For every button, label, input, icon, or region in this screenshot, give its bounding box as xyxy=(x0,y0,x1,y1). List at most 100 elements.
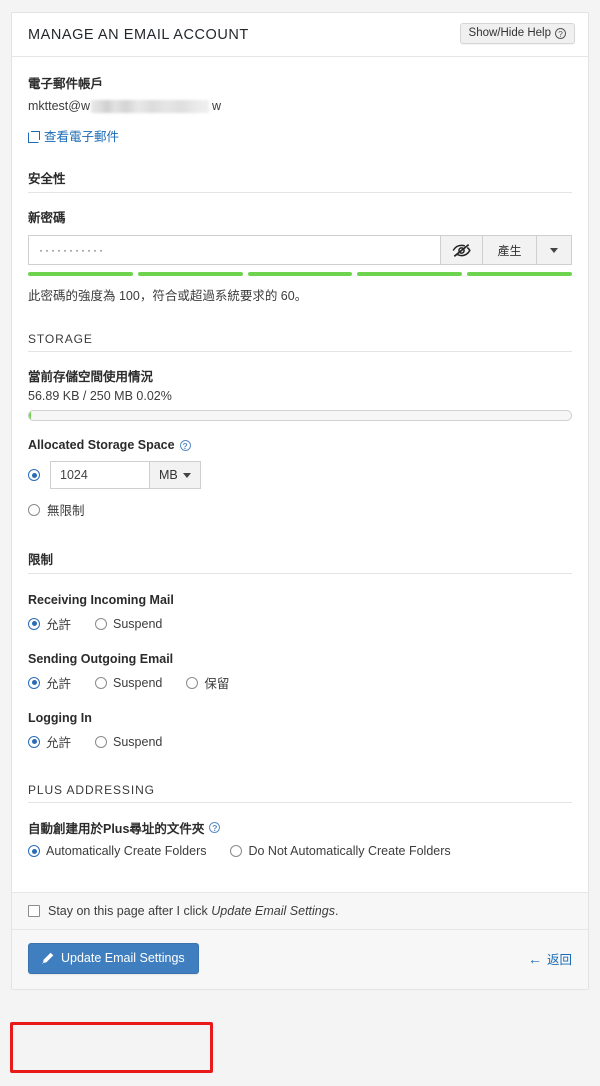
radio-sending-allow[interactable] xyxy=(28,676,40,689)
option-label: Suspend xyxy=(113,675,163,690)
password-options-dropdown-button[interactable] xyxy=(536,235,572,265)
password-input-group: ··········· 產生 xyxy=(28,235,572,265)
option-sending-suspend[interactable]: Suspend xyxy=(95,676,162,690)
option-label: Suspend xyxy=(113,734,163,749)
password-strength-meter xyxy=(28,272,572,276)
eye-slash-icon xyxy=(452,243,471,257)
logging-in-options: 允許 Suspend xyxy=(28,732,572,751)
password-strength-note: 此密碼的強度為 100，符合或超過系統要求的 60。 xyxy=(28,289,308,303)
receiving-incoming-mail-label: Receiving Incoming Mail xyxy=(28,593,174,607)
sending-outgoing-email-label: Sending Outgoing Email xyxy=(28,652,174,666)
radio-login-suspend[interactable] xyxy=(95,735,108,748)
radio-receiving-suspend[interactable] xyxy=(95,617,108,630)
storage-usage-progressbar xyxy=(28,410,572,421)
allocated-storage-input-group: 1024 MB xyxy=(50,461,201,489)
receiving-incoming-mail-options: 允許 Suspend xyxy=(28,614,572,633)
radio-login-allow[interactable] xyxy=(28,735,40,748)
generate-password-label: 產生 xyxy=(497,243,522,258)
option-label: Do Not Automatically Create Folders xyxy=(248,844,451,858)
storage-unit-value: MB xyxy=(159,468,178,482)
option-label: 允許 xyxy=(46,736,72,750)
update-email-settings-label: Update Email Settings xyxy=(61,951,185,965)
page-root: MANAGE AN EMAIL ACCOUNT Show/Hide Help ?… xyxy=(0,0,600,1086)
highlight-annotation-box xyxy=(10,1022,213,1073)
security-section-heading: 安全性 xyxy=(28,168,572,193)
generate-password-button[interactable]: 產生 xyxy=(482,235,536,265)
strength-segment xyxy=(357,272,463,276)
manage-email-account-card: MANAGE AN EMAIL ACCOUNT Show/Hide Help ?… xyxy=(11,12,589,990)
option-label: Suspend xyxy=(113,616,163,631)
strength-segment xyxy=(137,272,243,276)
show-hide-help-label: Show/Hide Help xyxy=(468,27,551,39)
allocated-storage-row: 1024 MB xyxy=(28,461,572,489)
sending-outgoing-email-options: 允許 Suspend 保留 xyxy=(28,673,572,692)
radio-sending-suspend[interactable] xyxy=(95,676,108,689)
question-circle-icon[interactable]: ? xyxy=(179,439,191,451)
option-label: 允許 xyxy=(46,618,72,632)
option-label: 保留 xyxy=(204,677,230,691)
email-account-label: 電子郵件帳戶 xyxy=(28,77,104,91)
option-sending-hold[interactable]: 保留 xyxy=(186,673,229,692)
radio-sending-hold[interactable] xyxy=(186,676,199,689)
allocated-storage-space-text: Allocated Storage Space xyxy=(28,438,175,452)
option-auto-create-folders[interactable]: Automatically Create Folders xyxy=(28,844,206,858)
caret-down-icon xyxy=(182,472,191,478)
current-storage-usage-label: 當前存儲空間使用情況 xyxy=(28,370,154,384)
radio-unlimited-storage[interactable] xyxy=(28,503,40,516)
option-do-not-auto-create-folders[interactable]: Do Not Automatically Create Folders xyxy=(230,844,451,858)
plus-addressing-label: 自動創建用於Plus尋址的文件夾 ? xyxy=(28,818,572,837)
restrictions-section-heading: 限制 xyxy=(28,549,572,574)
pencil-icon xyxy=(41,952,54,964)
radio-do-not-auto-create-folders[interactable] xyxy=(230,845,243,857)
external-link-icon xyxy=(28,131,40,143)
card-actions-row: Update Email Settings ← 返回 xyxy=(12,929,588,989)
update-email-settings-button[interactable]: Update Email Settings xyxy=(28,943,199,974)
storage-unit-select[interactable]: MB xyxy=(149,461,201,489)
option-label: 允許 xyxy=(46,677,72,691)
arrow-left-icon: ← xyxy=(527,950,542,967)
strength-segment xyxy=(247,272,353,276)
plus-addressing-options: Automatically Create Folders Do Not Auto… xyxy=(28,844,572,858)
view-email-link[interactable]: 查看電子郵件 xyxy=(28,130,119,144)
email-address-row: mkttest@w w xyxy=(28,98,572,114)
unlimited-storage-label: 無限制 xyxy=(47,504,85,518)
stay-text-after: . xyxy=(334,904,339,918)
stay-text-italic: Update Email Settings xyxy=(211,904,335,918)
unlimited-storage-row[interactable]: 無限制 xyxy=(28,500,572,519)
stay-on-page-row: Stay on this page after I click Update E… xyxy=(12,892,588,929)
allocated-storage-space-label: Allocated Storage Space ? xyxy=(28,438,572,452)
new-password-label: 新密碼 xyxy=(28,211,66,225)
plus-addressing-section-heading: PLUS ADDRESSING xyxy=(28,783,572,803)
back-link[interactable]: ← 返回 xyxy=(528,949,572,968)
strength-segment xyxy=(467,272,572,276)
view-email-link-label: 查看電子郵件 xyxy=(44,130,120,144)
radio-auto-create-folders[interactable] xyxy=(28,845,40,857)
logging-in-label: Logging In xyxy=(28,711,92,725)
toggle-password-visibility-button[interactable] xyxy=(440,235,482,265)
current-storage-usage-value: 56.89 KB / 250 MB 0.02% xyxy=(28,389,172,403)
show-hide-help-button[interactable]: Show/Hide Help ? xyxy=(459,23,575,44)
option-login-suspend[interactable]: Suspend xyxy=(95,735,162,749)
card-header: MANAGE AN EMAIL ACCOUNT Show/Hide Help ? xyxy=(12,13,588,57)
stay-text-before: Stay on this page after I click xyxy=(48,904,212,918)
back-link-label: 返回 xyxy=(546,953,572,967)
option-label: Automatically Create Folders xyxy=(46,844,207,858)
stay-on-page-checkbox[interactable] xyxy=(28,905,40,917)
password-input[interactable]: ··········· xyxy=(28,235,440,265)
page-title: MANAGE AN EMAIL ACCOUNT xyxy=(28,26,249,43)
radio-allocated-storage[interactable] xyxy=(28,469,40,481)
radio-receiving-allow[interactable] xyxy=(28,617,40,630)
option-login-allow[interactable]: 允許 xyxy=(28,732,71,751)
option-receiving-suspend[interactable]: Suspend xyxy=(95,617,162,631)
email-address-prefix: mkttest@w xyxy=(28,99,90,113)
strength-segment xyxy=(28,272,133,276)
option-receiving-allow[interactable]: 允許 xyxy=(28,614,71,633)
allocated-storage-input[interactable]: 1024 xyxy=(50,461,149,489)
caret-down-icon xyxy=(550,247,558,253)
question-circle-icon: ? xyxy=(555,27,566,39)
email-address-redacted xyxy=(91,99,209,113)
plus-addressing-label-text: 自動創建用於Plus尋址的文件夾 xyxy=(28,822,205,836)
stay-on-page-text: Stay on this page after I click Update E… xyxy=(48,904,338,918)
option-sending-allow[interactable]: 允許 xyxy=(28,673,71,692)
question-circle-icon[interactable]: ? xyxy=(209,822,221,833)
